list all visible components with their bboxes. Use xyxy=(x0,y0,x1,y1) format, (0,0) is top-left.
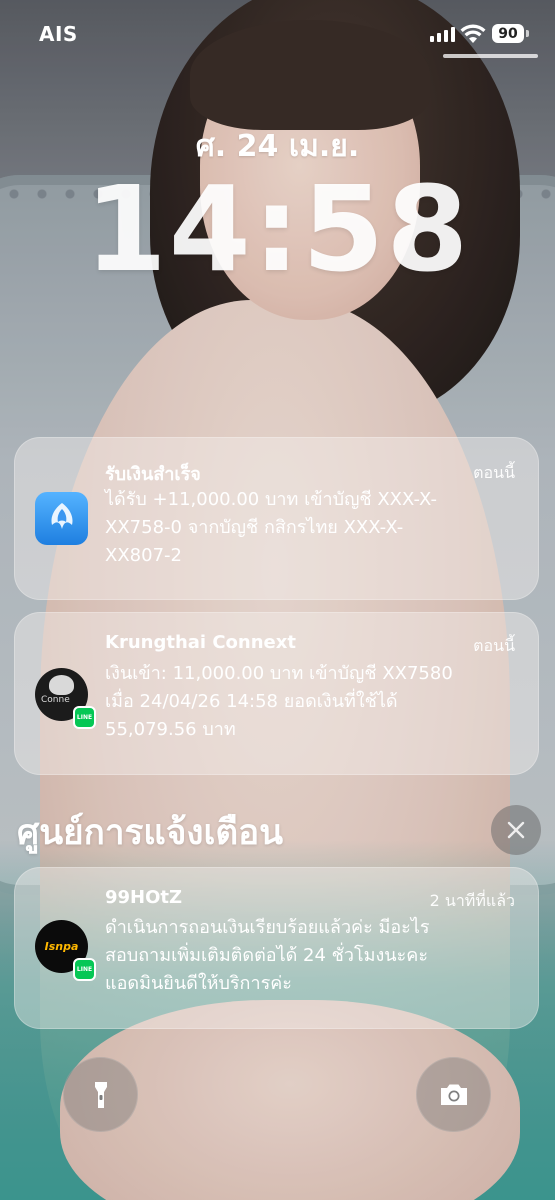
line-badge-text: LINE xyxy=(76,966,93,973)
notification-card-krungthai[interactable]: Conne LINE Krungthai Connext ตอนนี้ เงิน… xyxy=(14,612,539,775)
notification-line: 55,079.56 บาท xyxy=(105,719,236,740)
status-underline xyxy=(443,54,538,58)
notification-line: ดำเนินการถอนเงินเรียบร้อยแล้วค่ะ มีอะไร xyxy=(105,917,430,938)
cellular-signal-icon xyxy=(430,27,455,42)
notification-line: เมื่อ 24/04/26 14:58 ยอดเงินที่ใช้ได้ xyxy=(105,691,398,712)
notification-card-kplus[interactable]: รับเงินสำเร็จ ตอนนี้ ได้รับ +11,000.00 บ… xyxy=(14,437,539,600)
notification-line: เงินเข้า: 11,000.00 บาท เข้าบัญชี XX7580 xyxy=(105,663,453,684)
close-icon xyxy=(507,821,525,839)
line-badge-icon: LINE xyxy=(73,958,96,981)
notification-line: XX807-2 xyxy=(105,545,182,566)
99hotz-icon: Isnpa LINE xyxy=(35,920,96,981)
flashlight-button[interactable] xyxy=(63,1057,138,1132)
battery-level: 90 xyxy=(498,25,518,42)
camera-icon xyxy=(440,1084,467,1105)
notification-body: ได้รับ +11,000.00 บาท เข้าบัญชี XXX-X- X… xyxy=(105,486,509,570)
line-badge-text: LINE xyxy=(76,714,93,721)
notification-line: สอบถามเพิ่มเติมติดต่อได้ 24 ชั่วโมงนะคะ xyxy=(105,945,428,966)
camera-button[interactable] xyxy=(416,1057,491,1132)
notification-title: 99HOtZ xyxy=(105,887,183,908)
carrier-label: AIS xyxy=(39,22,78,46)
notification-line: ได้รับ +11,000.00 บาท เข้าบัญชี XXX-X- xyxy=(105,489,437,510)
battery-indicator: 90 xyxy=(492,24,529,43)
notification-time: ตอนนี้ xyxy=(473,636,515,655)
lockscreen-time[interactable]: 14:58 xyxy=(0,170,555,288)
status-bar: AIS 90 xyxy=(0,0,555,70)
krungthai-connext-icon: Conne LINE xyxy=(35,668,96,729)
kplus-icon xyxy=(35,492,88,545)
notification-title: รับเงินสำเร็จ xyxy=(105,464,201,485)
notification-title: Krungthai Connext xyxy=(105,632,296,653)
notification-time: 2 นาทีที่แล้ว xyxy=(429,891,515,910)
notification-line: XX758-0 จากบัญชี กสิกรไทย XXX-X- xyxy=(105,517,404,538)
notification-line: แอดมินยินดีให้บริการค่ะ xyxy=(105,973,292,994)
line-badge-icon: LINE xyxy=(73,706,96,729)
flashlight-icon xyxy=(94,1081,107,1108)
notification-time: ตอนนี้ xyxy=(473,463,515,482)
app-icon-text: Isnpa xyxy=(44,940,79,953)
clear-notifications-button[interactable] xyxy=(491,805,541,855)
app-icon-text: Conne xyxy=(41,695,70,705)
notification-body: ดำเนินการถอนเงินเรียบร้อยแล้วค่ะ มีอะไร … xyxy=(105,914,509,998)
notification-card-99hotz[interactable]: Isnpa LINE 99HOtZ 2 นาทีที่แล้ว ดำเนินกา… xyxy=(14,867,539,1029)
notification-body: เงินเข้า: 11,000.00 บาท เข้าบัญชี XX7580… xyxy=(105,660,509,744)
notification-center-title: ศูนย์การแจ้งเตือน xyxy=(17,813,284,853)
wifi-icon xyxy=(460,24,486,43)
